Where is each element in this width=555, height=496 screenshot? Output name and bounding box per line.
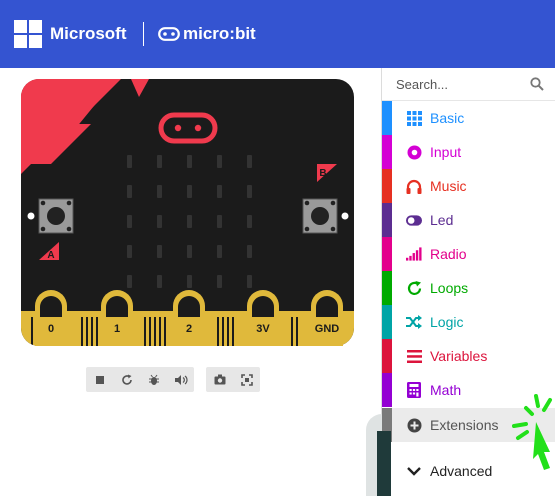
pin-label-2: 2: [186, 323, 192, 335]
category-label: Loops: [430, 280, 469, 296]
category-label: Basic: [430, 110, 465, 126]
category-label: Logic: [430, 314, 464, 330]
stop-button[interactable]: [86, 367, 113, 392]
category-input[interactable]: Input: [382, 135, 555, 169]
category-loops[interactable]: Loops: [382, 271, 555, 305]
toggle-icon: [406, 212, 422, 228]
category-music[interactable]: Music: [382, 169, 555, 203]
debug-icon: [148, 374, 159, 385]
chevron-down-icon: [406, 463, 422, 479]
microbit-brand: micro:bit: [183, 24, 256, 43]
header-divider: [142, 22, 144, 46]
category-logic[interactable]: Logic: [382, 305, 555, 339]
headphones-icon: [406, 178, 422, 194]
click-highlight-icon: [512, 394, 552, 470]
category-label: Input: [430, 144, 462, 160]
circle-icon: [406, 144, 422, 160]
fullscreen-icon: [240, 373, 253, 386]
restart-button[interactable]: [113, 367, 140, 392]
sim-control-group: [86, 367, 194, 392]
pin-label-1: 1: [114, 323, 120, 335]
button-b-label: B: [319, 168, 326, 179]
pin-label-3v: 3V: [256, 323, 270, 335]
grid-icon: [406, 110, 422, 126]
stop-icon: [95, 375, 104, 384]
search-icon[interactable]: [530, 77, 544, 91]
sim-control-group-2: [206, 367, 260, 392]
list-icon: [406, 348, 422, 364]
button-a-label: A: [47, 250, 54, 261]
fullscreen-button[interactable]: [233, 367, 260, 392]
microbit-icon: [158, 27, 180, 41]
screenshot-icon: [214, 374, 225, 385]
pin-label-gnd: GND: [315, 323, 340, 335]
category-variables[interactable]: Variables: [382, 339, 555, 373]
microbit-logo[interactable]: micro:bit: [158, 24, 256, 44]
simulator-controls: [86, 367, 289, 392]
signal-icon: [406, 246, 422, 262]
calculator-icon: [406, 382, 422, 398]
category-label: Music: [430, 178, 467, 194]
plus-circle-icon: [406, 417, 422, 433]
screenshot-button[interactable]: [206, 367, 233, 392]
microbit-board[interactable]: 0 1 2 3V GND A B: [21, 79, 354, 346]
simulator-panel: 0 1 2 3V GND A B: [0, 68, 381, 496]
category-label: Math: [430, 382, 462, 398]
restart-icon: [121, 374, 132, 385]
category-led[interactable]: Led: [382, 203, 555, 237]
category-label: Led: [430, 212, 454, 228]
top-bar: Microsoft micro:bit: [0, 0, 555, 68]
category-label: Variables: [430, 348, 488, 364]
category-basic[interactable]: Basic: [382, 101, 555, 135]
search-input[interactable]: [396, 76, 516, 92]
mute-button[interactable]: [167, 367, 194, 392]
category-label: Radio: [430, 246, 467, 262]
mute-icon: [174, 374, 188, 385]
pin-label-0: 0: [48, 323, 54, 335]
workspace-edge-dark: [377, 431, 391, 496]
category-label: Extensions: [430, 417, 499, 433]
microsoft-brand[interactable]: Microsoft: [50, 24, 127, 44]
category-label: Advanced: [430, 463, 493, 479]
microsoft-logo-icon[interactable]: [14, 20, 42, 48]
toolbox-search: [382, 68, 555, 101]
refresh-icon: [406, 280, 422, 296]
shuffle-icon: [406, 314, 422, 330]
debug-button[interactable]: [140, 367, 167, 392]
category-radio[interactable]: Radio: [382, 237, 555, 271]
